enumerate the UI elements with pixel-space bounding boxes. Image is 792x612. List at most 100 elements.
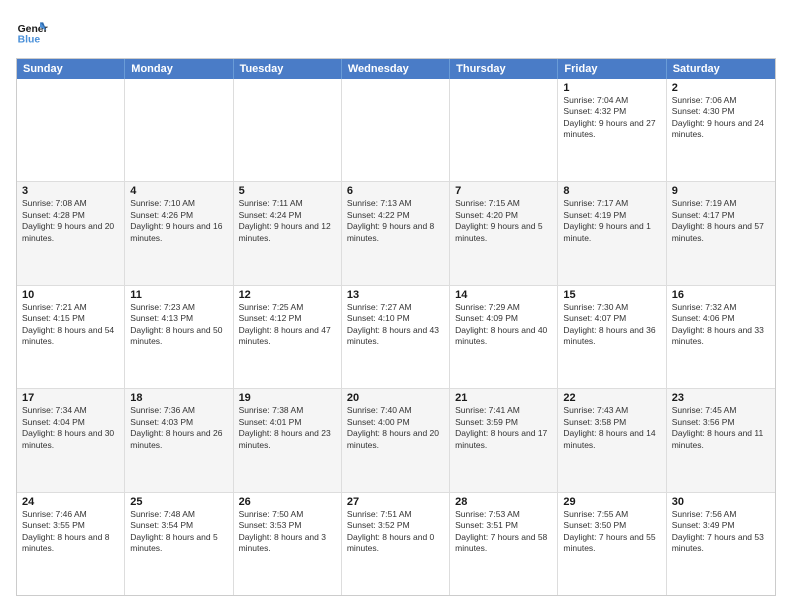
day-number: 12 xyxy=(239,289,336,301)
calendar: SundayMondayTuesdayWednesdayThursdayFrid… xyxy=(16,58,776,596)
day-number: 17 xyxy=(22,392,119,404)
header-cell-friday: Friday xyxy=(558,59,666,79)
day-cell-27: 27Sunrise: 7:51 AMSunset: 3:52 PMDayligh… xyxy=(342,493,450,595)
day-number: 14 xyxy=(455,289,552,301)
day-info: Sunrise: 7:27 AMSunset: 4:10 PMDaylight:… xyxy=(347,302,444,348)
day-cell-17: 17Sunrise: 7:34 AMSunset: 4:04 PMDayligh… xyxy=(17,389,125,491)
day-number: 1 xyxy=(563,82,660,94)
day-number: 9 xyxy=(672,185,770,197)
day-info: Sunrise: 7:10 AMSunset: 4:26 PMDaylight:… xyxy=(130,198,227,244)
day-number: 10 xyxy=(22,289,119,301)
day-cell-11: 11Sunrise: 7:23 AMSunset: 4:13 PMDayligh… xyxy=(125,286,233,388)
empty-cell xyxy=(17,79,125,181)
day-cell-13: 13Sunrise: 7:27 AMSunset: 4:10 PMDayligh… xyxy=(342,286,450,388)
header-cell-monday: Monday xyxy=(125,59,233,79)
day-cell-7: 7Sunrise: 7:15 AMSunset: 4:20 PMDaylight… xyxy=(450,182,558,284)
day-number: 16 xyxy=(672,289,770,301)
day-cell-8: 8Sunrise: 7:17 AMSunset: 4:19 PMDaylight… xyxy=(558,182,666,284)
day-info: Sunrise: 7:36 AMSunset: 4:03 PMDaylight:… xyxy=(130,405,227,451)
day-info: Sunrise: 7:41 AMSunset: 3:59 PMDaylight:… xyxy=(455,405,552,451)
day-number: 7 xyxy=(455,185,552,197)
empty-cell xyxy=(450,79,558,181)
day-info: Sunrise: 7:08 AMSunset: 4:28 PMDaylight:… xyxy=(22,198,119,244)
day-cell-30: 30Sunrise: 7:56 AMSunset: 3:49 PMDayligh… xyxy=(667,493,775,595)
day-cell-9: 9Sunrise: 7:19 AMSunset: 4:17 PMDaylight… xyxy=(667,182,775,284)
day-cell-21: 21Sunrise: 7:41 AMSunset: 3:59 PMDayligh… xyxy=(450,389,558,491)
day-cell-23: 23Sunrise: 7:45 AMSunset: 3:56 PMDayligh… xyxy=(667,389,775,491)
day-number: 5 xyxy=(239,185,336,197)
empty-cell xyxy=(234,79,342,181)
day-cell-1: 1Sunrise: 7:04 AMSunset: 4:32 PMDaylight… xyxy=(558,79,666,181)
day-cell-24: 24Sunrise: 7:46 AMSunset: 3:55 PMDayligh… xyxy=(17,493,125,595)
day-number: 22 xyxy=(563,392,660,404)
day-number: 8 xyxy=(563,185,660,197)
day-info: Sunrise: 7:50 AMSunset: 3:53 PMDaylight:… xyxy=(239,509,336,555)
day-number: 30 xyxy=(672,496,770,508)
svg-text:Blue: Blue xyxy=(18,34,41,45)
day-number: 24 xyxy=(22,496,119,508)
day-cell-14: 14Sunrise: 7:29 AMSunset: 4:09 PMDayligh… xyxy=(450,286,558,388)
day-number: 26 xyxy=(239,496,336,508)
day-info: Sunrise: 7:25 AMSunset: 4:12 PMDaylight:… xyxy=(239,302,336,348)
day-number: 15 xyxy=(563,289,660,301)
day-number: 4 xyxy=(130,185,227,197)
empty-cell xyxy=(342,79,450,181)
day-number: 13 xyxy=(347,289,444,301)
day-cell-5: 5Sunrise: 7:11 AMSunset: 4:24 PMDaylight… xyxy=(234,182,342,284)
day-number: 11 xyxy=(130,289,227,301)
day-info: Sunrise: 7:45 AMSunset: 3:56 PMDaylight:… xyxy=(672,405,770,451)
calendar-row: 10Sunrise: 7:21 AMSunset: 4:15 PMDayligh… xyxy=(17,286,775,389)
day-number: 23 xyxy=(672,392,770,404)
calendar-row: 3Sunrise: 7:08 AMSunset: 4:28 PMDaylight… xyxy=(17,182,775,285)
day-info: Sunrise: 7:29 AMSunset: 4:09 PMDaylight:… xyxy=(455,302,552,348)
day-info: Sunrise: 7:15 AMSunset: 4:20 PMDaylight:… xyxy=(455,198,552,244)
empty-cell xyxy=(125,79,233,181)
header-cell-sunday: Sunday xyxy=(17,59,125,79)
calendar-row: 17Sunrise: 7:34 AMSunset: 4:04 PMDayligh… xyxy=(17,389,775,492)
day-cell-28: 28Sunrise: 7:53 AMSunset: 3:51 PMDayligh… xyxy=(450,493,558,595)
day-cell-18: 18Sunrise: 7:36 AMSunset: 4:03 PMDayligh… xyxy=(125,389,233,491)
day-info: Sunrise: 7:53 AMSunset: 3:51 PMDaylight:… xyxy=(455,509,552,555)
day-cell-10: 10Sunrise: 7:21 AMSunset: 4:15 PMDayligh… xyxy=(17,286,125,388)
day-info: Sunrise: 7:21 AMSunset: 4:15 PMDaylight:… xyxy=(22,302,119,348)
calendar-row: 1Sunrise: 7:04 AMSunset: 4:32 PMDaylight… xyxy=(17,79,775,182)
day-info: Sunrise: 7:55 AMSunset: 3:50 PMDaylight:… xyxy=(563,509,660,555)
calendar-body: 1Sunrise: 7:04 AMSunset: 4:32 PMDaylight… xyxy=(17,79,775,595)
day-number: 2 xyxy=(672,82,770,94)
day-info: Sunrise: 7:34 AMSunset: 4:04 PMDaylight:… xyxy=(22,405,119,451)
day-info: Sunrise: 7:40 AMSunset: 4:00 PMDaylight:… xyxy=(347,405,444,451)
day-info: Sunrise: 7:43 AMSunset: 3:58 PMDaylight:… xyxy=(563,405,660,451)
logo-icon: General Blue xyxy=(16,16,48,48)
day-info: Sunrise: 7:13 AMSunset: 4:22 PMDaylight:… xyxy=(347,198,444,244)
day-number: 20 xyxy=(347,392,444,404)
day-info: Sunrise: 7:17 AMSunset: 4:19 PMDaylight:… xyxy=(563,198,660,244)
day-info: Sunrise: 7:32 AMSunset: 4:06 PMDaylight:… xyxy=(672,302,770,348)
day-cell-22: 22Sunrise: 7:43 AMSunset: 3:58 PMDayligh… xyxy=(558,389,666,491)
header-cell-wednesday: Wednesday xyxy=(342,59,450,79)
day-cell-12: 12Sunrise: 7:25 AMSunset: 4:12 PMDayligh… xyxy=(234,286,342,388)
page-header: General Blue xyxy=(16,16,776,48)
day-info: Sunrise: 7:04 AMSunset: 4:32 PMDaylight:… xyxy=(563,95,660,141)
day-cell-6: 6Sunrise: 7:13 AMSunset: 4:22 PMDaylight… xyxy=(342,182,450,284)
header-cell-saturday: Saturday xyxy=(667,59,775,79)
day-info: Sunrise: 7:06 AMSunset: 4:30 PMDaylight:… xyxy=(672,95,770,141)
day-cell-26: 26Sunrise: 7:50 AMSunset: 3:53 PMDayligh… xyxy=(234,493,342,595)
day-info: Sunrise: 7:30 AMSunset: 4:07 PMDaylight:… xyxy=(563,302,660,348)
day-number: 6 xyxy=(347,185,444,197)
day-cell-19: 19Sunrise: 7:38 AMSunset: 4:01 PMDayligh… xyxy=(234,389,342,491)
day-number: 19 xyxy=(239,392,336,404)
day-cell-4: 4Sunrise: 7:10 AMSunset: 4:26 PMDaylight… xyxy=(125,182,233,284)
day-info: Sunrise: 7:38 AMSunset: 4:01 PMDaylight:… xyxy=(239,405,336,451)
day-cell-16: 16Sunrise: 7:32 AMSunset: 4:06 PMDayligh… xyxy=(667,286,775,388)
day-number: 25 xyxy=(130,496,227,508)
calendar-header: SundayMondayTuesdayWednesdayThursdayFrid… xyxy=(17,59,775,79)
day-info: Sunrise: 7:48 AMSunset: 3:54 PMDaylight:… xyxy=(130,509,227,555)
day-info: Sunrise: 7:19 AMSunset: 4:17 PMDaylight:… xyxy=(672,198,770,244)
day-number: 29 xyxy=(563,496,660,508)
day-cell-3: 3Sunrise: 7:08 AMSunset: 4:28 PMDaylight… xyxy=(17,182,125,284)
day-info: Sunrise: 7:56 AMSunset: 3:49 PMDaylight:… xyxy=(672,509,770,555)
day-info: Sunrise: 7:51 AMSunset: 3:52 PMDaylight:… xyxy=(347,509,444,555)
header-cell-thursday: Thursday xyxy=(450,59,558,79)
day-number: 28 xyxy=(455,496,552,508)
calendar-row: 24Sunrise: 7:46 AMSunset: 3:55 PMDayligh… xyxy=(17,493,775,595)
